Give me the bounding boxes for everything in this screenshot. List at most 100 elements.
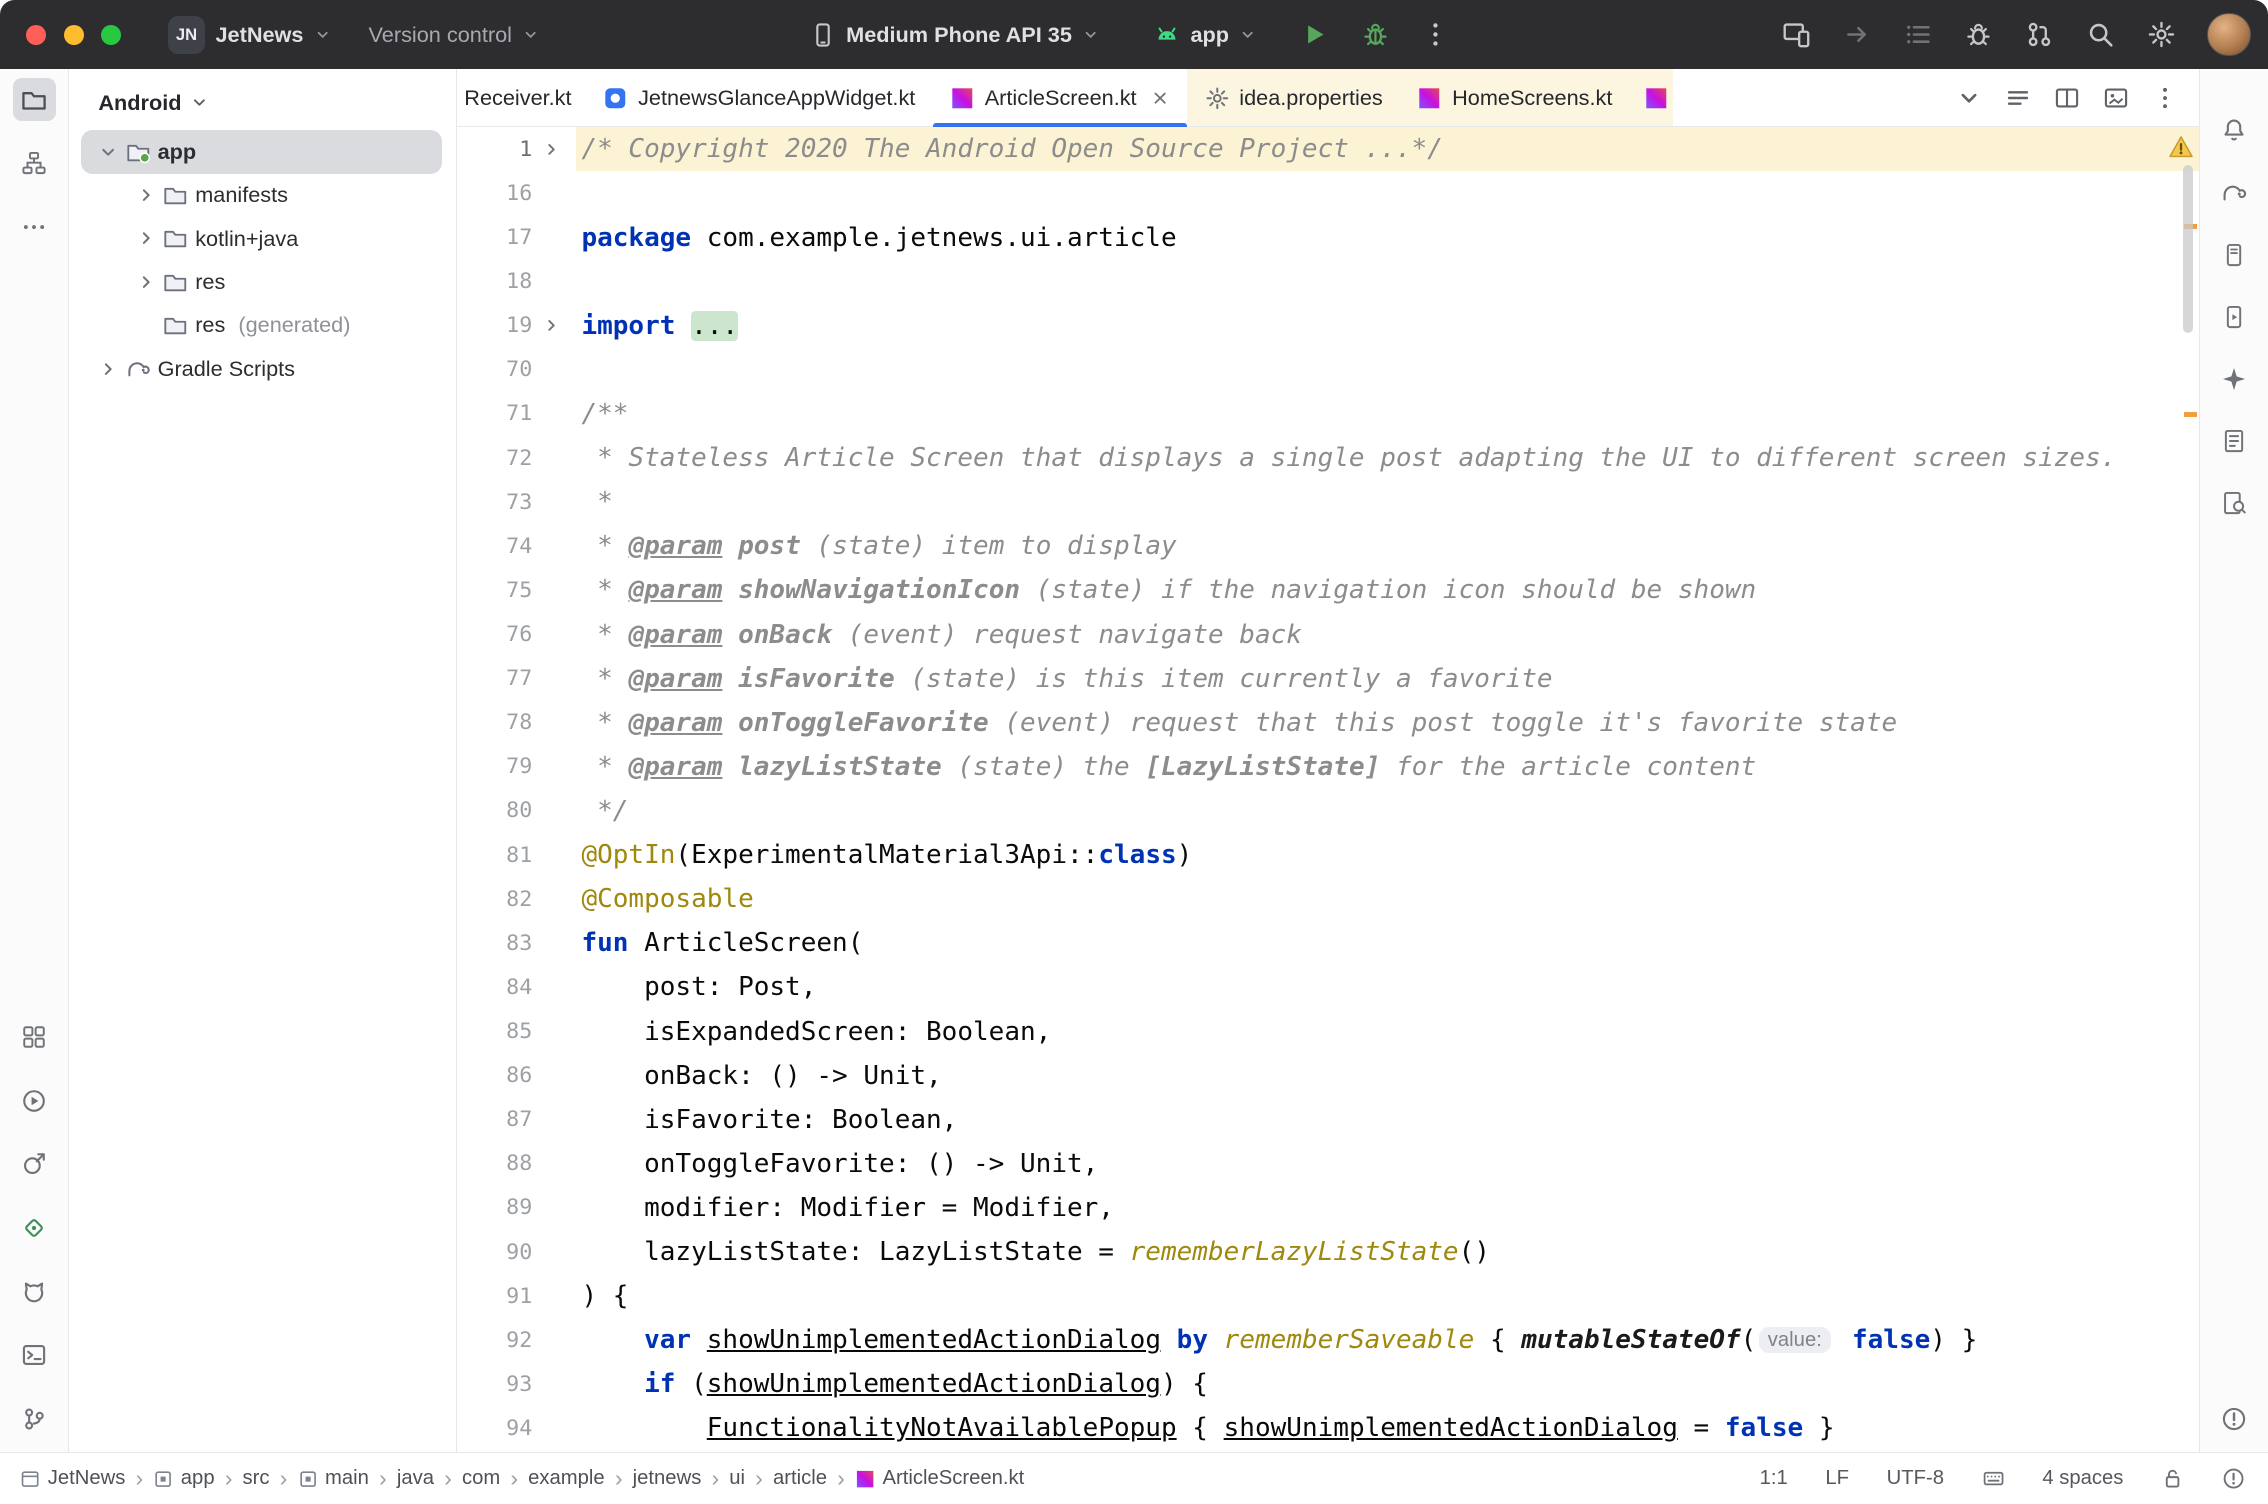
code-line-80[interactable]: 80 */ [457, 789, 2199, 833]
fold-toggle[interactable] [532, 316, 570, 335]
project-folder-button[interactable] [13, 78, 56, 121]
breadcrumb-jetnews[interactable]: JetNews [20, 1467, 125, 1490]
caret-position[interactable]: 1:1 [1760, 1467, 1788, 1490]
code-line-16[interactable]: 16 [457, 171, 2199, 215]
tab-articlescreen-kt[interactable]: ArticleScreen.kt [933, 69, 1188, 126]
run-button[interactable] [1300, 20, 1329, 49]
more-vertical-button[interactable] [1421, 20, 1450, 49]
task-list-button[interactable] [1904, 20, 1933, 49]
close-tab-button[interactable] [1150, 88, 1170, 108]
breadcrumb-src[interactable]: src [243, 1467, 270, 1490]
editor-scrollbar[interactable] [2183, 165, 2193, 333]
code-line-77[interactable]: 77 * @param isFavorite (state) is this i… [457, 657, 2199, 701]
indent-config[interactable]: 4 spaces [2042, 1467, 2123, 1490]
code-line-81[interactable]: 81 @OptIn(ExperimentalMaterial3Api::clas… [457, 833, 2199, 877]
breadcrumb-jetnews[interactable]: jetnews [633, 1467, 702, 1490]
app-inspection-button[interactable] [13, 1143, 56, 1186]
forward-arrow-button[interactable] [1843, 20, 1872, 49]
code-line-82[interactable]: 82 @Composable [457, 877, 2199, 921]
logcat-cat-button[interactable] [13, 1270, 56, 1313]
code-line-17[interactable]: 17 package com.example.jetnews.ui.articl… [457, 215, 2199, 259]
code-line-71[interactable]: 71 /** [457, 392, 2199, 436]
keyboard-widget[interactable] [1982, 1467, 2005, 1490]
editor[interactable]: 1 /* Copyright 2020 The Android Open Sou… [457, 127, 2199, 1452]
code-line-92[interactable]: 92 var showUnimplementedActionDialog by … [457, 1318, 2199, 1362]
code-line-83[interactable]: 83 fun ArticleScreen( [457, 921, 2199, 965]
breadcrumb-article[interactable]: article [773, 1467, 827, 1490]
code-area[interactable]: 1 /* Copyright 2020 The Android Open Sou… [457, 127, 2199, 1450]
warning-stripe-mark[interactable] [2184, 412, 2197, 416]
pull-request-button[interactable] [2025, 20, 2054, 49]
user-avatar[interactable] [2207, 13, 2250, 56]
code-line-87[interactable]: 87 isFavorite: Boolean, [457, 1098, 2199, 1142]
running-devices-button[interactable] [2212, 295, 2255, 338]
project-switcher[interactable]: JN JetNews [168, 16, 331, 54]
code-line-74[interactable]: 74 * @param post (state) item to display [457, 524, 2199, 568]
code-line-1[interactable]: 1 /* Copyright 2020 The Android Open Sou… [457, 127, 2199, 171]
document-edit-button[interactable] [2212, 419, 2255, 462]
project-view-selector[interactable]: Android [69, 69, 456, 130]
problems-error-button[interactable] [2212, 1397, 2255, 1440]
breadcrumb-articlescreen-kt[interactable]: ArticleScreen.kt [855, 1467, 1024, 1490]
tab-homescreens-kt[interactable]: HomeScreens.kt [1400, 69, 1630, 126]
view-split-button[interactable] [2054, 85, 2080, 111]
code-line-70[interactable]: 70 [457, 348, 2199, 392]
folded-imports[interactable]: ... [691, 311, 738, 341]
gemini-star-button[interactable] [2212, 357, 2255, 400]
code-line-76[interactable]: 76 * @param onBack (event) request navig… [457, 612, 2199, 656]
code-line-84[interactable]: 84 post: Post, [457, 965, 2199, 1009]
device-manager-button[interactable] [2212, 233, 2255, 276]
tab-stub[interactable] [1630, 69, 1673, 126]
file-encoding[interactable]: UTF-8 [1887, 1467, 1944, 1490]
run-circle-button[interactable] [13, 1079, 56, 1122]
view-code-button[interactable] [2005, 85, 2031, 111]
tree-item-res[interactable]: res [81, 260, 442, 303]
code-line-91[interactable]: 91 ) { [457, 1274, 2199, 1318]
quality-insights-button[interactable] [13, 1206, 56, 1249]
tree-item-kotlin-java[interactable]: kotlin+java [81, 217, 442, 260]
tab-idea-properties[interactable]: idea.properties [1187, 69, 1400, 126]
bell-button[interactable] [2212, 108, 2255, 151]
code-line-79[interactable]: 79 * @param lazyListState (state) the [L… [457, 745, 2199, 789]
device-mirroring-button[interactable] [1782, 20, 1811, 49]
breadcrumb-com[interactable]: com [462, 1467, 500, 1490]
tree-item-manifests[interactable]: manifests [81, 174, 442, 217]
close-window-button[interactable] [26, 25, 46, 45]
tab-receiver-kt[interactable]: Receiver.kt [457, 69, 586, 126]
line-separator[interactable]: LF [1825, 1467, 1849, 1490]
grid-squares-button[interactable] [13, 1015, 56, 1058]
tab-jetnewsglanceappwidget-kt[interactable]: JetnewsGlanceAppWidget.kt [586, 69, 933, 126]
device-selector[interactable]: Medium Phone API 35 [810, 22, 1099, 48]
more-vertical-button[interactable] [2152, 85, 2178, 111]
debug-button[interactable] [1361, 20, 1390, 49]
tree-item-app[interactable]: app [81, 130, 442, 173]
code-line-89[interactable]: 89 modifier: Modifier = Modifier, [457, 1186, 2199, 1230]
code-line-78[interactable]: 78 * @param onToggleFavorite (event) req… [457, 701, 2199, 745]
git-branch-button[interactable] [13, 1397, 56, 1440]
code-line-86[interactable]: 86 onBack: () -> Unit, [457, 1054, 2199, 1098]
code-line-18[interactable]: 18 [457, 260, 2199, 304]
tree-item-res[interactable]: res (generated) [81, 304, 442, 347]
code-line-90[interactable]: 90 lazyListState: LazyListState = rememb… [457, 1230, 2199, 1274]
gear-button[interactable] [2147, 20, 2176, 49]
run-config-selector[interactable]: app [1154, 22, 1256, 48]
fold-toggle[interactable] [532, 140, 570, 159]
breadcrumb-example[interactable]: example [528, 1467, 605, 1490]
code-line-75[interactable]: 75 * @param showNavigationIcon (state) i… [457, 568, 2199, 612]
code-line-93[interactable]: 93 if (showUnimplementedActionDialog) { [457, 1362, 2199, 1406]
breadcrumb-main[interactable]: main [298, 1467, 369, 1490]
code-line-19[interactable]: 19 import ... [457, 304, 2199, 348]
chevron-down-button[interactable] [1956, 85, 1982, 111]
vcs-widget[interactable]: Version control [369, 22, 540, 48]
breadcrumb-app[interactable]: app [153, 1467, 214, 1490]
ide-errors-button[interactable] [2222, 1467, 2245, 1490]
file-writable-toggle[interactable] [2161, 1467, 2184, 1490]
code-line-94[interactable]: 94 FunctionalityNotAvailablePopup { show… [457, 1406, 2199, 1450]
breadcrumb-ui[interactable]: ui [729, 1467, 745, 1490]
hierarchy-button[interactable] [13, 142, 56, 185]
code-line-85[interactable]: 85 isExpandedScreen: Boolean, [457, 1009, 2199, 1053]
view-design-button[interactable] [2103, 85, 2129, 111]
terminal-button[interactable] [13, 1334, 56, 1377]
zoom-window-button[interactable] [101, 25, 121, 45]
bug-button[interactable] [1964, 20, 1993, 49]
